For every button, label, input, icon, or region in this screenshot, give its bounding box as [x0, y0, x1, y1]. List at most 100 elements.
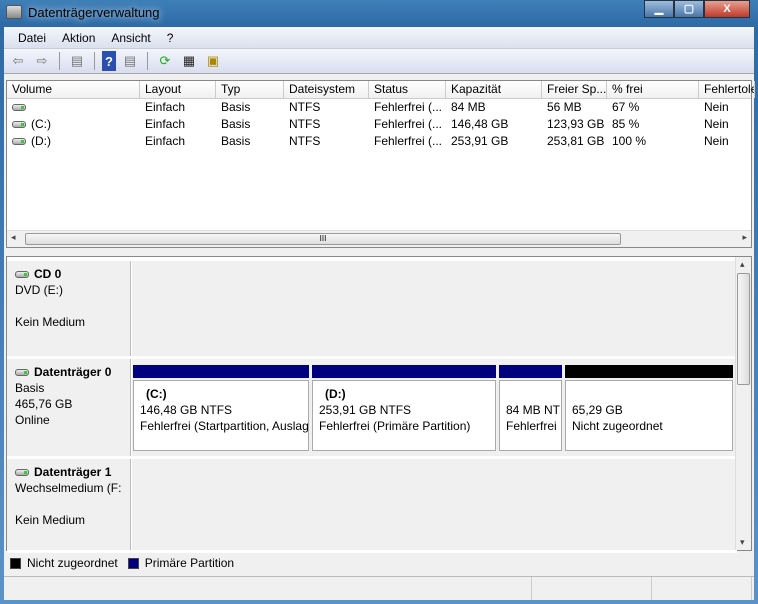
disk-info: Kein Medium [15, 513, 86, 527]
partition[interactable]: 84 MB NT Fehlerfrei [499, 365, 562, 453]
disk-row: CD 0 DVD (E:) Kein Medium [7, 261, 737, 356]
partition-size: 65,29 GB [572, 403, 623, 417]
cell-text: (D:) [31, 134, 51, 148]
disk-info: Kein Medium [15, 315, 86, 329]
column-header[interactable]: Kapazität [446, 81, 542, 98]
partition-size: 146,48 GB NTFS [140, 403, 233, 417]
cell-text: (C:) [31, 117, 51, 131]
partition-bar [565, 365, 733, 378]
scroll-up-icon[interactable]: ▴ [740, 259, 745, 270]
table-cell: 84 MB [446, 99, 542, 116]
back-icon[interactable]: ⇦ [8, 51, 28, 71]
disk-partitions [132, 459, 737, 550]
show-hide-action-pane-icon[interactable]: ▤ [120, 51, 140, 71]
disk-info: DVD (E:) [15, 283, 63, 297]
table-cell: NTFS [284, 133, 369, 150]
cell-text: 146,48 GB [451, 117, 509, 131]
scroll-left-icon[interactable]: ◂ [11, 232, 16, 243]
help-icon[interactable]: ? [102, 51, 116, 71]
close-button[interactable]: X [704, 0, 750, 18]
menu-datei[interactable]: Datei [10, 31, 54, 45]
table-cell: 85 % [607, 116, 699, 133]
disk-label[interactable]: Datenträger 0 Basis 465,76 GB Online [7, 359, 131, 456]
forward-icon[interactable]: ⇨ [32, 51, 52, 71]
partition-size: 84 MB NT [506, 403, 561, 417]
table-cell: Einfach [140, 133, 216, 150]
partition-status: Nicht zugeordnet [572, 419, 663, 433]
table-cell: Fehlerfrei (... [369, 133, 446, 150]
vertical-scrollbar[interactable]: ▴ ▾ [735, 257, 751, 550]
disk-label[interactable]: CD 0 DVD (E:) Kein Medium [7, 261, 131, 356]
disk-icon [15, 369, 29, 377]
table-cell: Basis [216, 133, 284, 150]
cell-text: 253,91 GB [451, 134, 509, 148]
partition[interactable]: (C:) 146,48 GB NTFS Fehlerfrei (Startparti… [133, 365, 309, 453]
legend-label: Nicht zugeordnet [27, 556, 118, 570]
horizontal-scrollbar[interactable]: ◂ III ▸ [7, 230, 751, 247]
partition[interactable]: (D:) 253,91 GB NTFS Fehlerfrei (Primäre Pa… [312, 365, 496, 453]
status-bar [4, 576, 754, 600]
partition-label [506, 386, 555, 402]
volume-icon [12, 121, 26, 129]
table-cell: Nein [699, 116, 755, 133]
cell-text: NTFS [289, 134, 321, 148]
partition[interactable]: 65,29 GB Nicht zugeordnet [565, 365, 733, 453]
partition-label [572, 386, 726, 402]
menu-ansicht[interactable]: Ansicht [103, 31, 158, 45]
column-header[interactable]: Layout [140, 81, 216, 98]
table-cell: Basis [216, 116, 284, 133]
table-row[interactable]: (D:) Einfach Basis NTFS Fehlerfrei (... 253,9… [7, 133, 751, 150]
cell-text: NTFS [289, 100, 321, 114]
partition-bar [312, 365, 496, 378]
cell-text: 123,93 GB [547, 117, 605, 131]
scroll-thumb[interactable] [737, 273, 750, 385]
volume-icon [12, 104, 26, 112]
volume-list: Volume Layout Typ Dateisystem Status Kapazitä… [6, 80, 755, 248]
properties-icon[interactable]: ▦ [179, 51, 199, 71]
cell-text: 85 % [612, 117, 640, 131]
cell-text: Einfach [145, 100, 186, 114]
column-header[interactable]: Fehlertole [699, 81, 755, 98]
maximize-button[interactable]: ▢ [674, 0, 704, 18]
table-cell: Nein [699, 99, 755, 116]
column-header[interactable]: Dateisystem [284, 81, 369, 98]
disk-icon [15, 271, 29, 279]
minimize-button[interactable]: ▁ [644, 0, 674, 18]
cell-text: Nein [704, 134, 729, 148]
menu-aktion[interactable]: Aktion [54, 31, 103, 45]
toolbar: ⇦ ⇨ ▤ ? ▤ ⟳ ▦ ▣ [4, 49, 754, 74]
cell-text: 56 MB [547, 100, 582, 114]
scroll-right-icon[interactable]: ▸ [742, 232, 747, 243]
table-row[interactable]: (C:) Einfach Basis NTFS Fehlerfrei (... 146,4… [7, 116, 751, 133]
table-cell: 253,91 GB [446, 133, 542, 150]
window-title: Datenträgerverwaltung [28, 5, 160, 20]
disk-partitions [132, 261, 737, 356]
table-cell: Einfach [140, 99, 216, 116]
column-header[interactable]: Freier Sp... [542, 81, 607, 98]
column-header[interactable]: % frei [607, 81, 699, 98]
table-cell: NTFS [284, 99, 369, 116]
refresh-icon[interactable]: ⟳ [155, 51, 175, 71]
scroll-thumb[interactable]: III [25, 233, 621, 245]
table-cell: Basis [216, 99, 284, 116]
partition-bar [133, 365, 309, 378]
cell-text: Basis [221, 134, 251, 148]
scroll-down-icon[interactable]: ▾ [740, 537, 745, 548]
menu-help[interactable]: ? [159, 31, 182, 45]
disk-partitions: (C:) 146,48 GB NTFS Fehlerfrei (Startparti… [132, 359, 737, 456]
settings-icon[interactable]: ▣ [203, 51, 223, 71]
disk-label[interactable]: Datenträger 1 Wechselmedium (F: Kein Mediu… [7, 459, 131, 550]
show-hide-console-tree-icon[interactable]: ▤ [67, 51, 87, 71]
partition-status: Fehlerfrei (Primäre Partition) [319, 419, 471, 433]
disk-info: 465,76 GB [15, 397, 73, 411]
cell-text: Fehlerfrei (... [374, 117, 443, 131]
cell-text: 67 % [612, 100, 640, 114]
column-header[interactable]: Volume [7, 81, 140, 98]
column-header[interactable]: Typ [216, 81, 284, 98]
table-cell: 100 % [607, 133, 699, 150]
table-row[interactable]: Einfach Basis NTFS Fehlerfrei (... 84 MB 56 M… [7, 99, 751, 116]
cell-text: 84 MB [451, 100, 486, 114]
cell-text: NTFS [289, 117, 321, 131]
column-header[interactable]: Status [369, 81, 446, 98]
table-cell: 253,81 GB [542, 133, 607, 150]
